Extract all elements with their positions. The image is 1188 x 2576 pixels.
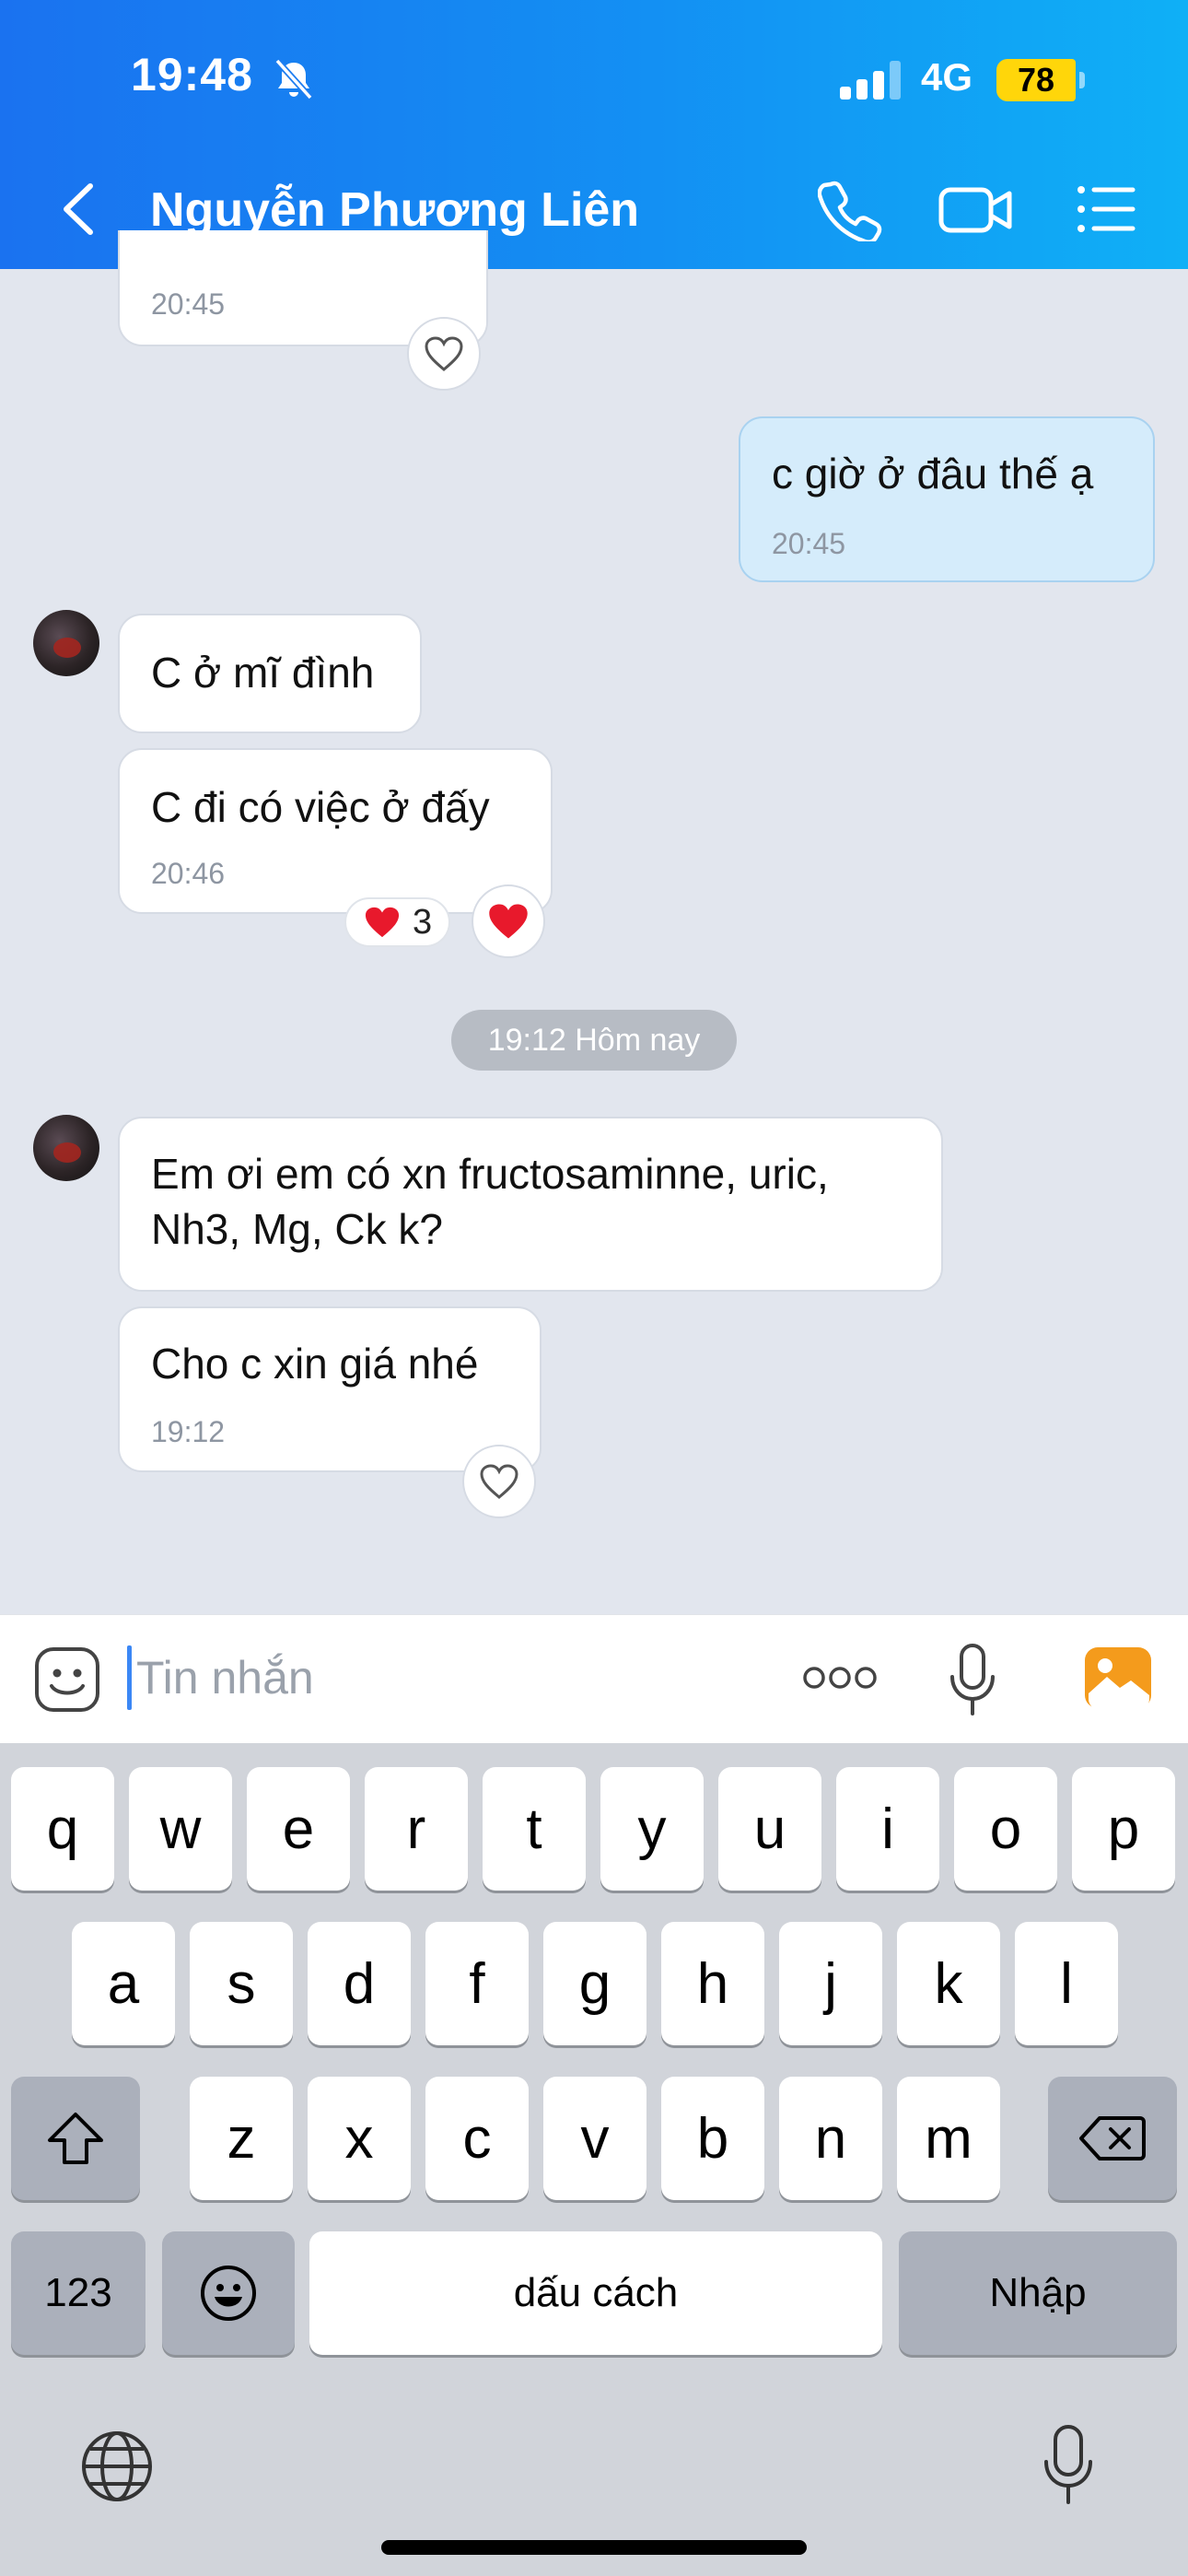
key[interactable]: k	[897, 1922, 1000, 2045]
key[interactable]: t	[483, 1767, 586, 1891]
image-icon[interactable]	[1083, 1645, 1153, 1710]
key[interactable]: u	[718, 1767, 821, 1891]
message-text: Cho c xin giá nhé	[151, 1340, 479, 1388]
menu-list-icon[interactable]	[1074, 177, 1138, 241]
emoji-icon	[201, 2266, 256, 2321]
globe-icon[interactable]	[79, 2429, 155, 2504]
heart-filled-icon	[365, 907, 400, 938]
message-bubble[interactable]: Em ơi em có xn fructosaminne, uric, Nh3,…	[118, 1117, 943, 1292]
message-text: C ở mĩ đình	[151, 649, 375, 697]
react-button[interactable]	[462, 1445, 536, 1518]
message-time: 20:45	[772, 527, 846, 560]
key[interactable]: n	[779, 2077, 882, 2200]
key[interactable]: m	[897, 2077, 1000, 2200]
heart-filled-icon	[489, 904, 528, 939]
avatar[interactable]	[33, 610, 99, 676]
key[interactable]: y	[600, 1767, 704, 1891]
return-key[interactable]: Nhập	[899, 2231, 1177, 2355]
message-bubble[interactable]: C ở mĩ đình	[118, 614, 422, 733]
key[interactable]: d	[308, 1922, 411, 2045]
message-text: c giờ ở đâu thế ạ	[772, 450, 1094, 498]
key[interactable]: j	[779, 1922, 882, 2045]
key[interactable]: q	[11, 1767, 114, 1891]
status-time: 19:48	[131, 49, 253, 100]
key[interactable]: g	[543, 1922, 646, 2045]
battery-indicator: 78	[996, 59, 1076, 101]
network-type: 4G	[921, 55, 973, 99]
key[interactable]: a	[72, 1922, 175, 2045]
phone-icon[interactable]	[818, 177, 882, 241]
key[interactable]: w	[129, 1767, 232, 1891]
key[interactable]: s	[190, 1922, 293, 2045]
key[interactable]: f	[425, 1922, 529, 2045]
key[interactable]: x	[308, 2077, 411, 2200]
key[interactable]: v	[543, 2077, 646, 2200]
shift-icon	[48, 2113, 103, 2164]
space-key[interactable]: dấu cách	[309, 2231, 882, 2355]
contact-name[interactable]: Nguyễn Phương Liên	[150, 182, 639, 238]
battery-tip	[1079, 72, 1085, 88]
mic-icon[interactable]	[949, 1642, 996, 1719]
home-indicator[interactable]	[381, 2540, 807, 2555]
back-chevron-icon[interactable]	[55, 181, 101, 238]
message-time: 19:12	[151, 1415, 226, 1448]
reaction-count: 3	[413, 902, 433, 942]
key[interactable]: i	[836, 1767, 939, 1891]
emoji-key[interactable]	[162, 2231, 295, 2355]
message-bubble[interactable]: C đi có việc ở đấy 20:46	[118, 748, 553, 914]
message-text: C đi có việc ở đấy	[151, 783, 490, 831]
react-button[interactable]	[472, 884, 545, 958]
date-separator: 19:12 Hôm nay	[451, 1010, 737, 1071]
bell-off-icon	[274, 58, 313, 100]
key[interactable]: p	[1072, 1767, 1175, 1891]
message-text: Em ơi em có xn fructosaminne, uric, Nh3,…	[151, 1150, 829, 1253]
signal-icon	[840, 61, 901, 100]
key[interactable]: r	[365, 1767, 468, 1891]
dictation-icon[interactable]	[1042, 2423, 1094, 2508]
text-caret	[127, 1645, 132, 1710]
key[interactable]: z	[190, 2077, 293, 2200]
react-button[interactable]	[407, 317, 481, 391]
video-icon[interactable]	[938, 177, 1015, 241]
key[interactable]: c	[425, 2077, 529, 2200]
message-time: 20:46	[151, 857, 226, 890]
heart-outline-icon	[425, 336, 463, 371]
avatar[interactable]	[33, 1115, 99, 1181]
numbers-key[interactable]: 123	[11, 2231, 146, 2355]
key[interactable]: o	[954, 1767, 1057, 1891]
backspace-icon	[1079, 2116, 1146, 2160]
sticker-icon[interactable]	[33, 1645, 101, 1714]
shift-key[interactable]	[11, 2077, 140, 2200]
message-time: 20:45	[151, 287, 226, 321]
reaction-summary[interactable]: 3	[344, 897, 451, 947]
key[interactable]: h	[661, 1922, 764, 2045]
backspace-key[interactable]	[1048, 2077, 1177, 2200]
heart-outline-icon	[480, 1464, 518, 1499]
battery-level: 78	[1017, 61, 1055, 99]
message-input[interactable]: Tin nhắn	[136, 1651, 314, 1704]
more-icon[interactable]	[801, 1664, 879, 1692]
message-bubble[interactable]: Cho c xin giá nhé 19:12	[118, 1306, 542, 1472]
key[interactable]: e	[247, 1767, 350, 1891]
message-bubble-own[interactable]: c giờ ở đâu thế ạ 20:45	[739, 416, 1155, 582]
key[interactable]: l	[1015, 1922, 1118, 2045]
key[interactable]: b	[661, 2077, 764, 2200]
